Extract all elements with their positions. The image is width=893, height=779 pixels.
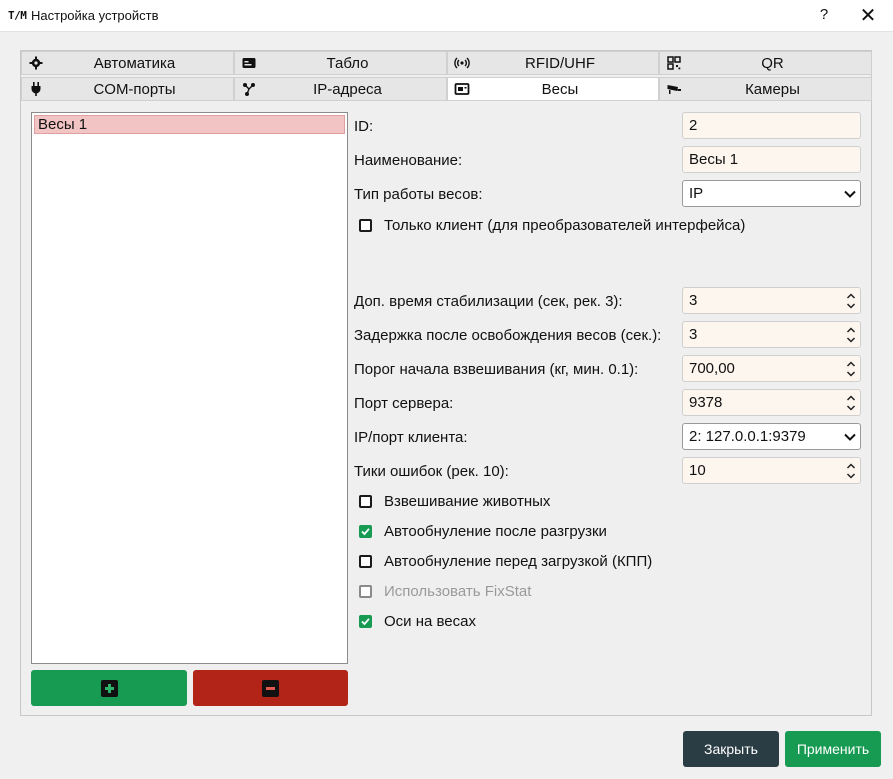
rfid-icon: [454, 57, 470, 69]
list-item[interactable]: Весы 1: [34, 115, 345, 134]
title-bar: T/M Настройка устройств ? ✕: [0, 0, 893, 32]
server-port-spinbox[interactable]: 9378: [682, 389, 861, 416]
stabilization-value: 3: [689, 292, 698, 309]
error-ticks-spinbox[interactable]: 10: [682, 457, 861, 484]
plus-icon: [100, 679, 118, 697]
release-delay-label: Задержка после освобождения весов (сек.)…: [354, 327, 662, 344]
auto-zero-before-load-label: Автообнуление перед загрузкой (КПП): [384, 553, 653, 570]
client-address-label: IP/порт клиента:: [354, 429, 468, 446]
tab-label: IP-адреса: [313, 80, 382, 98]
tab-com-ports[interactable]: COM-порты: [21, 77, 234, 101]
auto-zero-after-unload-label: Автообнуление после разгрузки: [384, 523, 607, 540]
client-only-label: Только клиент (для преобразователей инте…: [384, 217, 746, 234]
checkmark-icon: [361, 618, 370, 626]
chevron-down-icon: [844, 433, 856, 441]
spinner-arrows-icon[interactable]: [846, 290, 856, 312]
checkbox-box: [359, 585, 372, 598]
checkbox-box[interactable]: [359, 495, 372, 508]
client-only-checkbox[interactable]: Только клиент (для преобразователей инте…: [359, 217, 745, 234]
add-scale-button[interactable]: [31, 670, 187, 706]
qr-icon: [667, 56, 681, 70]
spinner-arrows-icon[interactable]: [846, 324, 856, 346]
tab-qr[interactable]: QR: [659, 51, 872, 75]
gear-icon: [29, 56, 43, 70]
tab-display[interactable]: Табло: [234, 51, 447, 75]
app-logo-icon: T/M: [8, 9, 27, 22]
window-title: Настройка устройств: [31, 8, 159, 23]
auto-zero-before-load-checkbox[interactable]: Автообнуление перед загрузкой (КПП): [359, 553, 652, 570]
checkbox-box[interactable]: [359, 615, 372, 628]
remove-scale-button[interactable]: [193, 670, 348, 706]
use-fixstat-checkbox: Использовать FixStat: [359, 583, 531, 600]
tab-label: Табло: [326, 54, 369, 72]
tab-label: Камеры: [745, 80, 800, 98]
animal-weighing-label: Взвешивание животных: [384, 493, 551, 510]
threshold-value: 700,00: [689, 360, 735, 377]
animal-weighing-checkbox[interactable]: Взвешивание животных: [359, 493, 550, 510]
id-field[interactable]: 2: [682, 112, 861, 139]
mode-select[interactable]: IP: [682, 180, 861, 207]
tab-rfid[interactable]: RFID/UHF: [447, 51, 659, 75]
tab-label: RFID/UHF: [525, 54, 595, 72]
apply-button[interactable]: Применить: [785, 731, 881, 767]
checkbox-box[interactable]: [359, 525, 372, 538]
axles-on-scales-checkbox[interactable]: Оси на весах: [359, 613, 476, 630]
checkbox-box[interactable]: [359, 219, 372, 232]
spinner-arrows-icon[interactable]: [846, 358, 856, 380]
scales-icon: [454, 83, 470, 95]
tab-label: COM-порты: [93, 80, 176, 98]
minus-icon: [262, 679, 279, 697]
server-port-value: 9378: [689, 394, 723, 411]
tab-label: Весы: [541, 80, 579, 98]
spinner-arrows-icon[interactable]: [846, 460, 856, 482]
camera-icon: [667, 85, 681, 94]
name-field[interactable]: Весы 1: [682, 146, 861, 173]
threshold-spinbox[interactable]: 700,00: [682, 355, 861, 382]
error-ticks-label: Тики ошибок (рек. 10):: [354, 463, 509, 480]
auto-zero-after-unload-checkbox[interactable]: Автообнуление после разгрузки: [359, 523, 607, 540]
network-icon: [243, 83, 255, 96]
release-delay-spinbox[interactable]: 3: [682, 321, 861, 348]
checkbox-box[interactable]: [359, 555, 372, 568]
display-icon: [242, 58, 256, 68]
client-address-select[interactable]: 2: 127.0.0.1:9379: [682, 423, 861, 450]
threshold-label: Порог начала взвешивания (кг, мин. 0.1):: [354, 361, 639, 378]
client-address-value: 2: 127.0.0.1:9379: [689, 428, 806, 445]
release-delay-value: 3: [689, 326, 698, 343]
chevron-down-icon: [844, 190, 856, 198]
scales-list[interactable]: Весы 1: [31, 112, 348, 664]
id-label: ID:: [354, 118, 374, 135]
mode-select-value: IP: [689, 185, 704, 202]
error-ticks-value: 10: [689, 462, 706, 479]
mode-label: Тип работы весов:: [354, 186, 483, 203]
stabilization-spinbox[interactable]: 3: [682, 287, 861, 314]
help-button[interactable]: ?: [814, 6, 834, 23]
name-label: Наименование:: [354, 152, 463, 169]
tab-label: Автоматика: [93, 54, 176, 72]
spinner-arrows-icon[interactable]: [846, 392, 856, 414]
tab-label: QR: [761, 54, 784, 72]
tab-cameras[interactable]: Камеры: [659, 77, 872, 101]
checkmark-icon: [361, 528, 370, 536]
tab-automation[interactable]: Автоматика: [21, 51, 234, 75]
axles-on-scales-label: Оси на весах: [384, 613, 476, 630]
use-fixstat-label: Использовать FixStat: [384, 583, 532, 600]
window-close-button[interactable]: ✕: [856, 3, 880, 28]
tab-ip-addresses[interactable]: IP-адреса: [234, 77, 447, 101]
server-port-label: Порт сервера:: [354, 395, 454, 412]
close-button[interactable]: Закрыть: [683, 731, 779, 767]
tab-scales[interactable]: Весы: [447, 77, 659, 101]
plug-icon: [31, 82, 41, 96]
stabilization-label: Доп. время стабилизации (сек, рек. 3):: [354, 293, 623, 310]
